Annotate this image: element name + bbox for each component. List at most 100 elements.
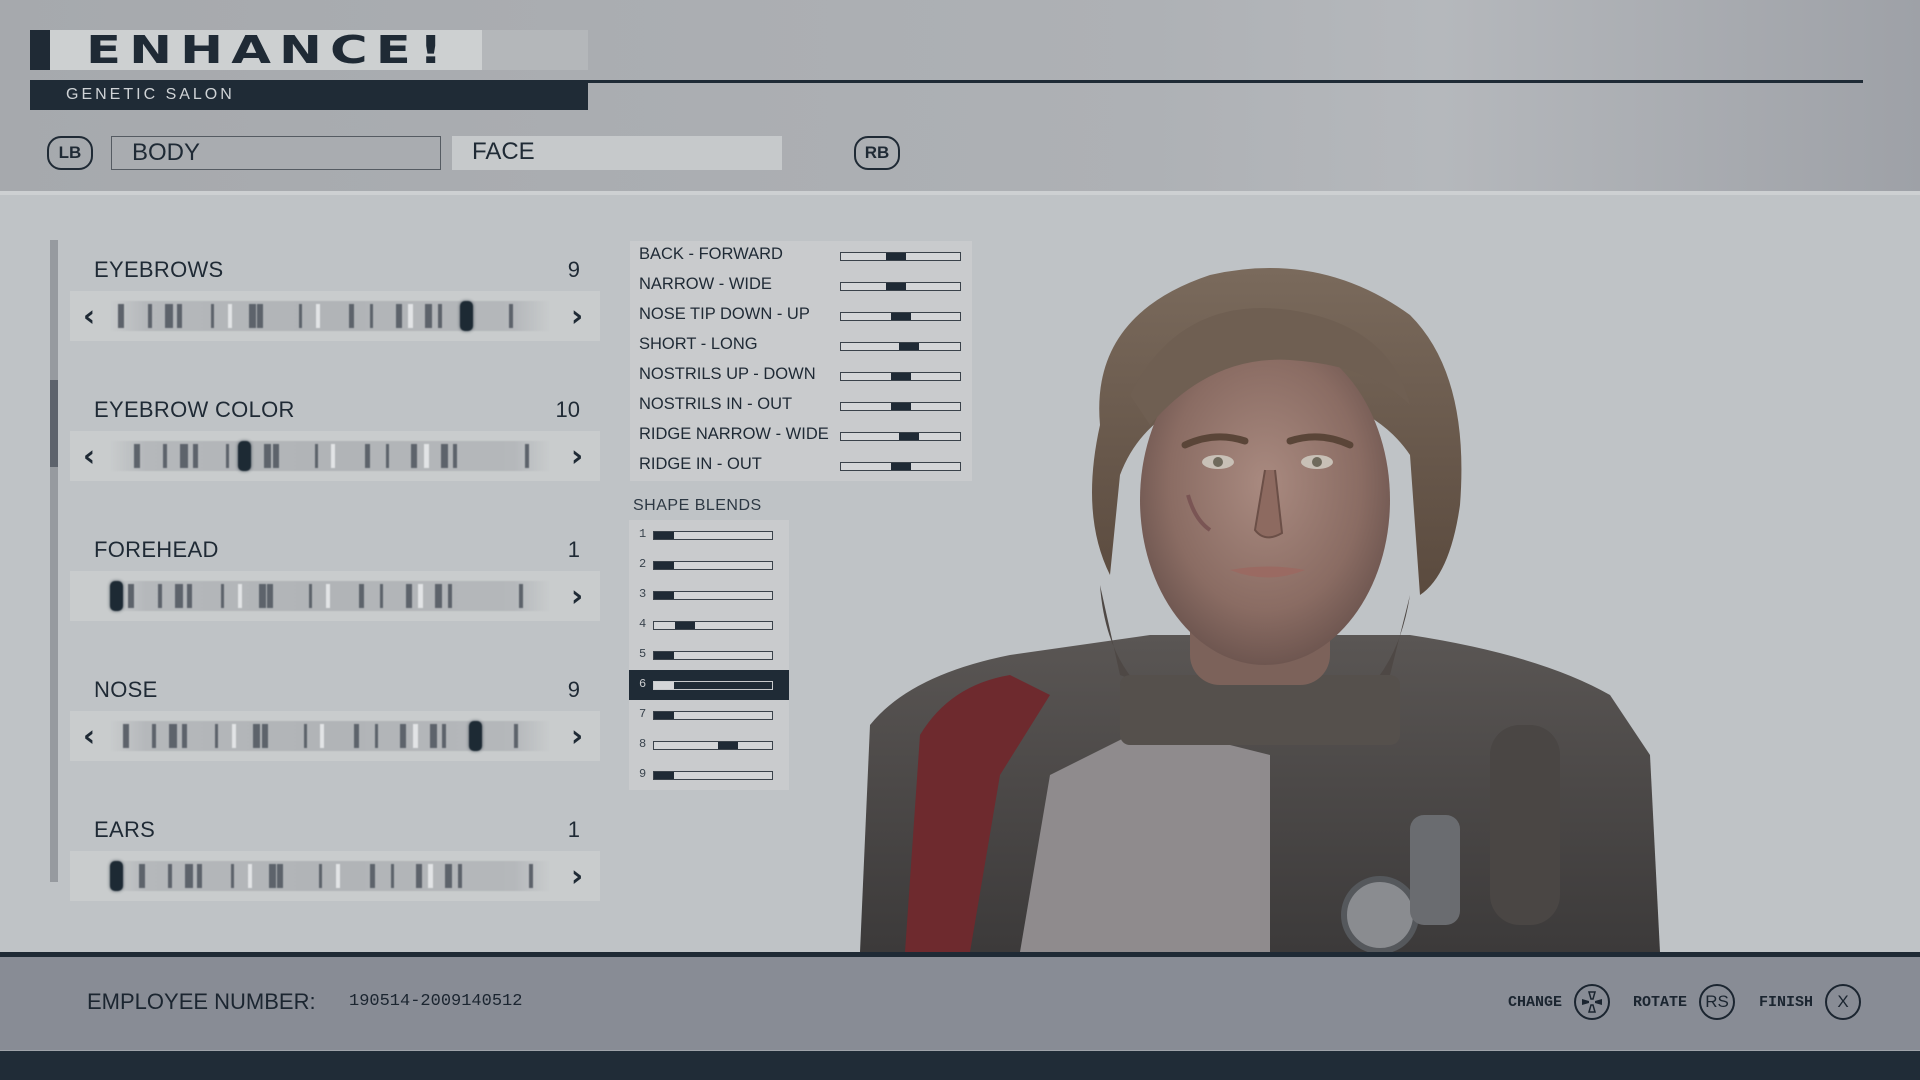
morph-selector[interactable]: › xyxy=(70,851,600,901)
morph-barcode-track[interactable] xyxy=(110,581,550,611)
morph-value: 9 xyxy=(567,677,580,702)
x-button-icon: X xyxy=(1825,984,1862,1020)
morph-label: EYEBROW COLOR xyxy=(94,397,295,422)
title-accent xyxy=(30,30,50,70)
morph-slider-thumb[interactable] xyxy=(110,861,123,891)
morph-slider-thumb[interactable] xyxy=(238,441,252,471)
barcode-mark xyxy=(524,444,529,468)
morph-selector[interactable]: › xyxy=(70,571,600,621)
slider-thumb[interactable] xyxy=(654,592,674,599)
shape-blend-slider[interactable] xyxy=(653,771,773,780)
morph-slider-thumb[interactable] xyxy=(110,581,123,611)
shape-blends-panel: 1 2 3 4 5 6 7 8 9 xyxy=(629,520,789,790)
shape-blend-row[interactable]: 5 xyxy=(629,640,789,670)
chevron-right-icon[interactable]: › xyxy=(562,439,592,474)
barcode-mark xyxy=(437,304,442,328)
lb-button[interactable]: LB xyxy=(47,136,93,170)
morph-row-ears[interactable]: EARS 1 › xyxy=(70,817,600,907)
barcode-mark xyxy=(314,444,318,468)
slider-thumb[interactable] xyxy=(654,652,674,659)
barcode-mark xyxy=(445,864,453,888)
barcode-mark xyxy=(138,864,145,888)
barcode-mark xyxy=(411,444,418,468)
barcode-mark xyxy=(364,444,370,468)
barcode-mark xyxy=(232,724,237,748)
rb-button[interactable]: RB xyxy=(854,136,900,170)
tab-body[interactable]: BODY xyxy=(111,136,441,170)
shape-blend-row[interactable]: 1 xyxy=(629,520,789,550)
shape-blend-slider[interactable] xyxy=(653,621,773,630)
morph-row-nose[interactable]: NOSE 9 ‹ › xyxy=(70,677,600,767)
barcode-mark xyxy=(123,724,130,748)
barcode-mark xyxy=(390,864,394,888)
barcode-mark xyxy=(197,864,203,888)
shape-blend-slider[interactable] xyxy=(653,561,773,570)
chevron-right-icon[interactable]: › xyxy=(562,299,592,334)
morph-row-eyebrow-color[interactable]: EYEBROW COLOR 10 ‹ › xyxy=(70,397,600,487)
morph-slider-thumb[interactable] xyxy=(460,301,474,331)
morph-slider-thumb[interactable] xyxy=(468,721,482,751)
shape-blend-slider[interactable] xyxy=(653,531,773,540)
shape-blend-slider[interactable] xyxy=(653,651,773,660)
barcode-mark xyxy=(227,304,232,328)
morph-barcode-track[interactable] xyxy=(110,301,550,331)
morph-label: FOREHEAD xyxy=(94,537,219,562)
shape-blend-slider[interactable] xyxy=(653,681,773,690)
chevron-left-icon[interactable]: ‹ xyxy=(74,439,104,474)
barcode-mark xyxy=(267,584,274,608)
slider-thumb[interactable] xyxy=(654,562,674,569)
chevron-right-icon[interactable]: › xyxy=(562,859,592,894)
shape-blend-row[interactable]: 6 xyxy=(629,670,789,700)
barcode-mark xyxy=(192,444,198,468)
shape-blend-row[interactable]: 4 xyxy=(629,610,789,640)
slider-thumb[interactable] xyxy=(674,622,695,629)
chevron-left-icon[interactable]: ‹ xyxy=(74,719,104,754)
shape-blend-row[interactable]: 7 xyxy=(629,700,789,730)
slider-thumb[interactable] xyxy=(654,712,674,719)
shape-blend-row[interactable]: 9 xyxy=(629,760,789,790)
shape-blend-number: 6 xyxy=(639,677,647,691)
morph-scrollbar-thumb[interactable] xyxy=(50,380,58,467)
barcode-mark xyxy=(309,584,313,608)
shape-blend-number: 2 xyxy=(639,557,647,571)
chevron-right-icon[interactable]: › xyxy=(562,579,592,614)
chevron-left-icon[interactable]: ‹ xyxy=(74,299,104,334)
slider-thumb[interactable] xyxy=(654,532,674,539)
barcode-mark xyxy=(370,304,374,328)
barcode-mark xyxy=(277,864,284,888)
barcode-mark xyxy=(299,304,302,328)
morph-selector[interactable]: ‹ › xyxy=(70,431,600,481)
finish-prompt[interactable]: FINISH X xyxy=(1759,983,1862,1021)
barcode-mark xyxy=(180,444,189,468)
shape-blend-slider[interactable] xyxy=(653,711,773,720)
barcode-mark xyxy=(303,724,307,748)
morph-row-eyebrows[interactable]: EYEBROWS 9 ‹ › xyxy=(70,257,600,347)
character-portrait[interactable] xyxy=(850,255,1710,952)
shape-blend-slider[interactable] xyxy=(653,741,773,750)
barcode-mark xyxy=(385,444,389,468)
rotate-prompt[interactable]: ROTATE RS xyxy=(1633,983,1736,1021)
morph-scrollbar[interactable] xyxy=(50,240,58,882)
slider-thumb[interactable] xyxy=(654,682,674,689)
change-prompt[interactable]: CHANGE xyxy=(1508,983,1611,1021)
morph-row-forehead[interactable]: FOREHEAD 1 › xyxy=(70,537,600,627)
barcode-mark xyxy=(354,724,360,748)
morph-barcode-track[interactable] xyxy=(110,441,550,471)
morph-value: 1 xyxy=(567,537,580,562)
shape-blend-row[interactable]: 8 xyxy=(629,730,789,760)
chevron-right-icon[interactable]: › xyxy=(562,719,592,754)
shape-blend-row[interactable]: 2 xyxy=(629,550,789,580)
barcode-mark xyxy=(395,304,402,328)
tab-face[interactable]: FACE xyxy=(452,136,782,170)
morph-selector[interactable]: ‹ › xyxy=(70,291,600,341)
slider-thumb[interactable] xyxy=(654,772,674,779)
morph-selector[interactable]: ‹ › xyxy=(70,711,600,761)
barcode-mark xyxy=(457,864,462,888)
slider-thumb[interactable] xyxy=(717,742,738,749)
shape-blend-slider[interactable] xyxy=(653,591,773,600)
barcode-mark xyxy=(418,584,424,608)
shape-blends-title: SHAPE BLENDS xyxy=(633,497,762,514)
morph-barcode-track[interactable] xyxy=(110,861,550,891)
morph-barcode-track[interactable] xyxy=(110,721,550,751)
shape-blend-row[interactable]: 3 xyxy=(629,580,789,610)
